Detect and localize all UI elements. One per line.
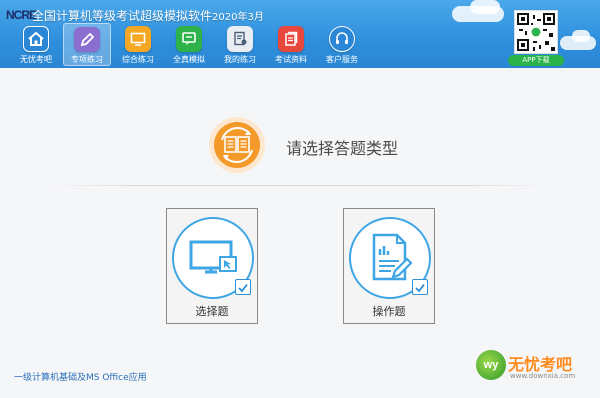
prompt-title: 请选择答题类型: [286, 139, 399, 158]
main-nav: 无忧考吧 专项练习 综合练习 全真模拟 我的练习 考试资料 客户服务: [12, 23, 366, 66]
document-user-icon: [227, 26, 253, 52]
nav-item-exam-materials[interactable]: 考试资料: [267, 23, 315, 66]
cloud-decoration: [572, 30, 590, 42]
app-download-badge[interactable]: APP下载: [508, 55, 564, 66]
home-icon: [23, 26, 49, 52]
watermark-url: www.downxia.com: [510, 372, 576, 380]
chat-screen-icon: [176, 26, 202, 52]
nav-item-label: 无忧考吧: [20, 55, 52, 64]
watermark-logo: wy: [476, 350, 506, 380]
subject-name[interactable]: 一级计算机基础及MS Office应用: [14, 370, 147, 383]
site-watermark: wy 无忧考吧 www.downxia.com: [476, 348, 598, 388]
app-title-text: 全国计算机等级考试超级模拟软件: [32, 9, 213, 23]
nav-item-label: 专项练习: [71, 55, 103, 64]
qr-code-icon[interactable]: [514, 10, 558, 54]
nav-item-comprehensive-practice[interactable]: 综合练习: [114, 23, 162, 66]
nav-item-home[interactable]: 无忧考吧: [12, 23, 60, 66]
cloud-decoration: [470, 0, 500, 14]
checkbox-checked[interactable]: [412, 279, 428, 295]
nav-item-customer-service[interactable]: 客户服务: [318, 23, 366, 66]
monitor-icon: [125, 26, 151, 52]
choice-card-operation[interactable]: 操作题: [343, 208, 435, 324]
choice-card-multiple-choice[interactable]: 选择题: [166, 208, 258, 324]
files-icon: [278, 26, 304, 52]
exchange-book-icon: [208, 116, 266, 174]
headset-icon: [329, 26, 355, 52]
checkbox-checked[interactable]: [235, 279, 251, 295]
app-logo: NCRE: [6, 8, 37, 22]
choice-label: 选择题: [195, 305, 229, 318]
nav-item-full-simulation[interactable]: 全真模拟: [165, 23, 213, 66]
choice-label: 操作题: [372, 305, 406, 318]
pencil-icon: [74, 27, 100, 52]
nav-item-label: 全真模拟: [173, 55, 205, 64]
app-version-date: 2020年3月: [212, 12, 264, 23]
app-title: 全国计算机等级考试超级模拟软件2020年3月: [32, 7, 264, 24]
nav-item-label: 考试资料: [275, 55, 307, 64]
divider: [50, 185, 550, 186]
nav-item-label: 客户服务: [326, 55, 358, 64]
nav-item-special-practice[interactable]: 专项练习: [63, 23, 111, 66]
nav-item-my-practice[interactable]: 我的练习: [216, 23, 264, 66]
nav-item-label: 综合练习: [122, 55, 154, 64]
question-type-prompt: 请选择答题类型: [208, 116, 528, 174]
header-bar: NCRE 全国计算机等级考试超级模拟软件2020年3月 无忧考吧 专项练习 综合…: [0, 0, 600, 68]
nav-item-label: 我的练习: [224, 55, 256, 64]
